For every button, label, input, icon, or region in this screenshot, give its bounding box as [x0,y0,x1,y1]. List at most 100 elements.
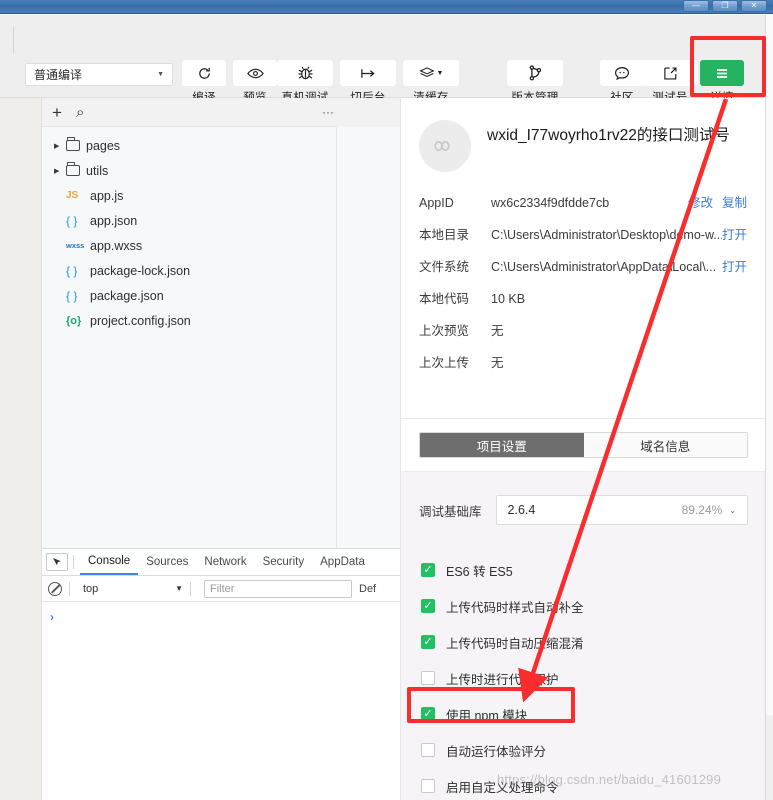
checkbox-label: 上传时进行代码保护 [446,672,559,687]
checkbox-row-custom-command[interactable]: 启用自定义处理命令 [421,768,766,800]
tree-item-label: utils [86,163,109,178]
base-library-label: 调试基础库 [419,504,482,519]
info-label: 文件系统 [419,260,470,274]
checkbox-icon[interactable] [421,707,435,721]
info-value: 10 KB [491,292,526,306]
detail-header: wxid_I77woyrho1rv22的接口测试号 [401,98,765,186]
scrollbar-thumb[interactable] [766,15,773,715]
checkbox-row-es6-to-es5[interactable]: ES6 转 ES5 [421,552,766,588]
tree-item-label: app.json [90,213,138,228]
open-local-dir-link[interactable]: 打开 [722,224,747,243]
tree-item-utils[interactable]: ▶ utils [42,158,336,183]
tree-item-package-json[interactable]: { } package.json [42,283,336,308]
project-info-list: AppID wx6c2334f9dfdde7cb 修改 复制 本地目录 C:\U… [401,186,765,384]
info-actions: 打开 [722,224,747,243]
tree-item-package-lock-json[interactable]: { } package-lock.json [42,258,336,283]
config-file-icon: {o} [66,314,82,327]
file-toolbar-filler [336,98,400,127]
page-title: wxid_I77woyrho1rv22的接口测试号 [487,127,730,144]
tab-sources[interactable]: Sources [138,551,196,574]
base-library-coverage: 89.24% [681,503,723,517]
checkbox-icon[interactable] [421,563,435,577]
tree-item-label: package.json [90,288,164,303]
console-context-select[interactable]: top ▼ [83,580,183,598]
checkbox-icon[interactable] [421,779,435,793]
chevron-down-icon: ▼ [175,584,183,593]
base-library-row: 调试基础库 2.6.4 89.24% ⌄ [401,472,766,548]
wxss-file-icon: wxss [66,241,85,250]
inspect-element-icon[interactable] [46,553,68,571]
base-library-version: 2.6.4 [507,503,536,517]
console-filter-input[interactable]: Filter [204,579,352,598]
js-file-icon: JS [66,190,79,201]
filterbar-divider [69,581,70,596]
checkbox-row-use-npm[interactable]: 使用 npm 模块 [421,696,766,732]
filterbar-divider-2 [190,581,191,596]
devtools-panel: Console Sources Network Security AppData… [42,548,400,800]
os-titlebar: — ❐ ✕ [0,0,773,14]
info-label: 本地代码 [419,292,470,306]
tab-domain-info[interactable]: 域名信息 [583,433,747,457]
more-options-icon[interactable]: ··· [322,106,334,118]
chevron-right-icon[interactable]: ▶ [54,167,66,175]
chevron-down-icon: ⌄ [729,505,736,515]
maximize-button[interactable]: ❐ [712,0,738,12]
checkbox-icon[interactable] [421,671,435,685]
info-row-filesystem: 文件系统 C:\Users\Administrator\AppData\Loca… [419,256,747,288]
info-row-appid: AppID wx6c2334f9dfdde7cb 修改 复制 [419,192,747,224]
checkbox-label: 上传代码时自动压缩混淆 [446,636,584,651]
checkbox-row-auto-audit[interactable]: 自动运行体验评分 [421,732,766,768]
window-scrollbar[interactable] [765,15,773,800]
chat-icon [600,60,644,86]
app-avatar-icon [419,120,471,172]
base-library-select[interactable]: 2.6.4 89.24% ⌄ [495,495,748,525]
file-tree: ▶ pages ▶ utils JS app.js { } app.json w… [42,127,336,548]
info-label: 上次上传 [419,356,470,370]
main-toolbar: 普通编译 ▼ 编译 预览 [0,15,773,104]
external-link-icon [642,60,698,86]
project-settings-body: 调试基础库 2.6.4 89.24% ⌄ ES6 转 ES5 上传代码时样式自动… [401,471,766,800]
tab-project-settings[interactable]: 项目设置 [420,433,584,457]
tree-item-app-js[interactable]: JS app.js [42,183,336,208]
detail-segment-wrap: 项目设置 域名信息 [401,419,766,471]
open-filesystem-link[interactable]: 打开 [722,256,747,275]
tab-network[interactable]: Network [196,551,254,574]
compile-mode-select[interactable]: 普通编译 ▼ [25,63,173,86]
info-label: 上次预览 [419,324,470,338]
detail-segmented-control: 项目设置 域名信息 [419,432,748,458]
tree-item-pages[interactable]: ▶ pages [42,133,336,158]
copy-appid-link[interactable]: 复制 [722,192,747,211]
close-button[interactable]: ✕ [741,0,767,12]
settings-checkbox-list: ES6 转 ES5 上传代码时样式自动补全 上传代码时自动压缩混淆 上传时进行代… [401,548,766,800]
add-file-icon[interactable]: + [52,104,62,121]
checkbox-icon[interactable] [421,599,435,613]
edit-appid-link[interactable]: 修改 [688,192,713,211]
checkbox-label: 启用自定义处理命令 [446,780,559,795]
checkbox-label: 使用 npm 模块 [446,708,528,723]
console-output[interactable]: › [42,602,400,632]
clear-console-icon[interactable] [48,581,62,596]
chevron-right-icon[interactable]: ▶ [54,142,66,150]
info-value: 无 [491,324,504,338]
checkbox-icon[interactable] [421,743,435,757]
search-icon[interactable]: ⌕ [76,105,84,120]
info-actions: 打开 [722,256,747,275]
tree-item-label: app.js [90,188,124,203]
info-row-last-upload: 上次上传 无 [419,352,747,384]
console-level-select[interactable]: Def [359,583,376,595]
tab-console[interactable]: Console [80,550,139,575]
tree-item-app-json[interactable]: { } app.json [42,208,336,233]
checkbox-label: ES6 转 ES5 [446,564,513,579]
checkbox-row-style-autocomplete[interactable]: 上传代码时样式自动补全 [421,588,766,624]
editor-panel: + ⌕ ··· ▶ pages ▶ utils JS app.js {} ap… [0,98,400,800]
minimize-button[interactable]: — [683,0,709,12]
checkbox-icon[interactable] [421,635,435,649]
activity-bar [0,98,42,800]
checkbox-row-minify-obfuscate[interactable]: 上传代码时自动压缩混淆 [421,624,766,660]
tab-appdata[interactable]: AppData [312,551,373,574]
tree-item-app-wxss[interactable]: wxss app.wxss [42,233,336,258]
checkbox-row-code-protect[interactable]: 上传时进行代码保护 [421,660,766,696]
tab-security[interactable]: Security [255,551,313,574]
tree-item-project-config-json[interactable]: {o} project.config.json [42,308,336,333]
menu-icon [700,60,744,86]
